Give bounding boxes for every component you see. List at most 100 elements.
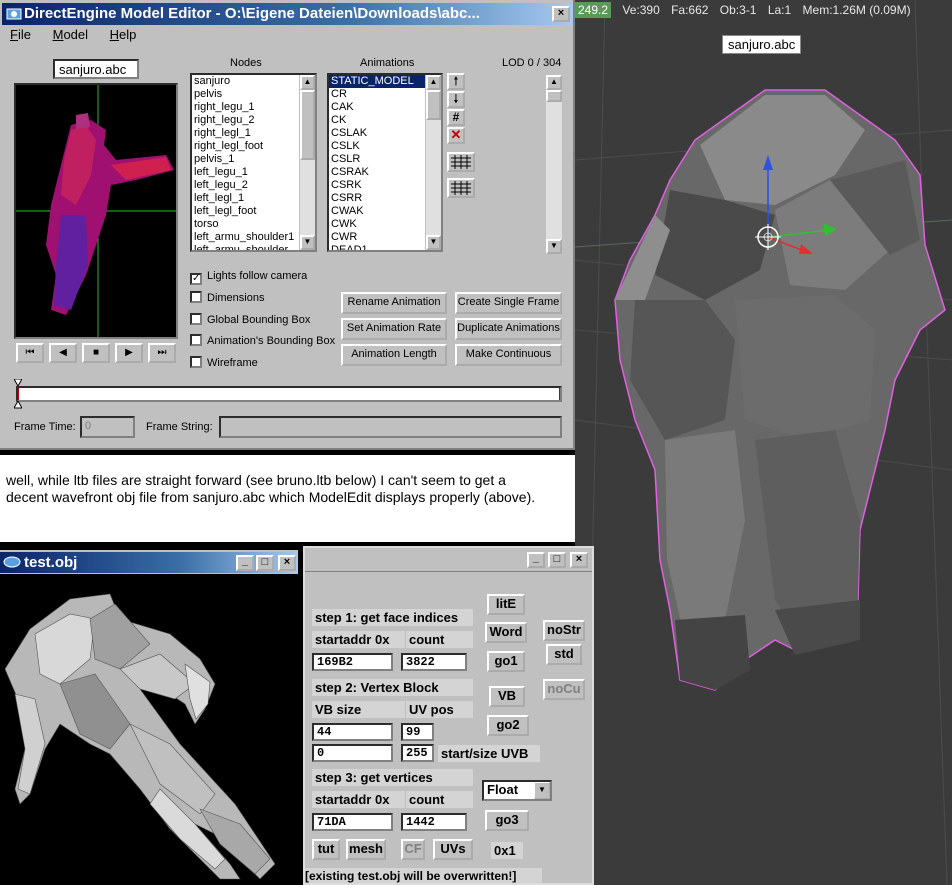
- scroll-down-icon[interactable]: ▼: [546, 239, 562, 254]
- cf-button[interactable]: CF: [401, 839, 425, 860]
- list-item[interactable]: right_legu_2: [192, 114, 315, 127]
- last-frame-button[interactable]: ⏭: [148, 343, 176, 363]
- timeline-marker-bottom-icon[interactable]: [13, 399, 23, 409]
- set-animation-rate-button[interactable]: Set Animation Rate: [341, 318, 447, 340]
- editor-titlebar[interactable]: DirectEngine Model Editor - O:\Eigene Da…: [2, 3, 573, 25]
- step1-count-input[interactable]: 3822: [401, 653, 467, 671]
- stop-button[interactable]: ■: [82, 343, 110, 363]
- scroll-thumb[interactable]: [426, 90, 441, 120]
- go2-button[interactable]: go2: [487, 715, 529, 736]
- move-down-button[interactable]: 🠗: [447, 91, 465, 108]
- move-up-button[interactable]: 🠕: [447, 73, 465, 90]
- delete-button[interactable]: ✕: [447, 127, 465, 144]
- 3d-viewport[interactable]: [575, 0, 952, 885]
- lite-button[interactable]: litE: [487, 594, 525, 615]
- animations-scrollbar[interactable]: ▲ ▼: [425, 75, 441, 250]
- scroll-down-icon[interactable]: ▼: [300, 235, 315, 250]
- step3-count-input[interactable]: 1442: [401, 813, 467, 831]
- uvb-size-input[interactable]: 255: [401, 744, 434, 762]
- scroll-up-icon[interactable]: ▲: [300, 75, 315, 90]
- uvs-button[interactable]: UVs: [433, 839, 473, 860]
- checkbox-box[interactable]: [190, 291, 202, 303]
- list-item[interactable]: left_legl_foot: [192, 205, 315, 218]
- list-item[interactable]: left_armu_shoulder1: [192, 231, 315, 244]
- grid-button-2[interactable]: [447, 178, 475, 198]
- mesh-button[interactable]: mesh: [346, 839, 386, 860]
- timeline-marker-icon[interactable]: [13, 378, 23, 388]
- checkbox-box[interactable]: [190, 313, 202, 325]
- checkbox-box[interactable]: [190, 334, 202, 346]
- word-button[interactable]: Word: [485, 622, 527, 643]
- list-item[interactable]: pelvis_1: [192, 153, 315, 166]
- animation-length-button[interactable]: Animation Length: [341, 344, 447, 366]
- close-button[interactable]: ×: [278, 555, 296, 571]
- list-item[interactable]: torso: [192, 218, 315, 231]
- std-button[interactable]: std: [546, 644, 582, 665]
- checkbox-lights-follow-camera[interactable]: ✓ Lights follow camera: [190, 270, 307, 285]
- checkbox-box[interactable]: ✓: [190, 273, 202, 285]
- viewport-status-bar: 249.2 Ve:390 Fa:662 Ob:3-1 La:1 Mem:1.26…: [575, 2, 952, 23]
- list-item[interactable]: left_legu_1: [192, 166, 315, 179]
- list-item[interactable]: left_legl_1: [192, 192, 315, 205]
- nodes-list[interactable]: sanjuro pelvis right_legu_1 right_legu_2 rig…: [190, 73, 317, 252]
- prev-frame-button[interactable]: ◀: [49, 343, 77, 363]
- rename-animation-button[interactable]: Rename Animation: [341, 292, 447, 314]
- close-button[interactable]: ×: [570, 552, 588, 568]
- tut-button[interactable]: tut: [312, 839, 340, 860]
- nostr-button[interactable]: noStr: [543, 620, 585, 641]
- list-item[interactable]: left_legu_2: [192, 179, 315, 192]
- lod-thumb[interactable]: [546, 90, 562, 102]
- timeline-track[interactable]: [16, 386, 562, 402]
- maximize-button[interactable]: □: [548, 552, 566, 568]
- checkbox-box[interactable]: [190, 356, 202, 368]
- frame-time-input[interactable]: 0: [80, 416, 135, 438]
- list-item[interactable]: right_legl_1: [192, 127, 315, 140]
- menu-file[interactable]: File: [10, 27, 31, 42]
- checkbox-dimensions[interactable]: Dimensions: [190, 291, 264, 304]
- list-item[interactable]: left_armu_shoulder: [192, 244, 315, 250]
- step1-startaddr-input[interactable]: 169B2: [312, 653, 393, 671]
- maximize-button[interactable]: □: [256, 555, 274, 571]
- scroll-up-icon[interactable]: ▲: [546, 75, 562, 90]
- float-select[interactable]: Float ▼: [482, 780, 552, 801]
- status-lamps: La:1: [767, 3, 792, 17]
- chevron-down-icon[interactable]: ▼: [534, 782, 550, 799]
- duplicate-animations-button[interactable]: Duplicate Animations: [455, 318, 562, 340]
- animation-preview[interactable]: [14, 83, 178, 339]
- list-item[interactable]: right_legl_foot: [192, 140, 315, 153]
- go3-button[interactable]: go3: [485, 810, 529, 831]
- make-continuous-button[interactable]: Make Continuous: [455, 344, 562, 366]
- grid-button-1[interactable]: [447, 152, 475, 172]
- nodes-scrollbar[interactable]: ▲ ▼: [299, 75, 315, 250]
- minimize-button[interactable]: _: [236, 555, 254, 571]
- menu-help[interactable]: Help: [110, 27, 137, 42]
- list-item[interactable]: right_legu_1: [192, 101, 315, 114]
- go1-button[interactable]: go1: [487, 651, 525, 672]
- number-button[interactable]: #: [447, 109, 465, 126]
- list-item[interactable]: sanjuro: [192, 75, 315, 88]
- menu-model[interactable]: Model: [53, 27, 88, 42]
- frame-string-input[interactable]: [219, 416, 562, 438]
- animations-list[interactable]: STATIC_MODEL CR CAK CK CSLAK CSLK CSLR CSRAK CSR…: [327, 73, 443, 252]
- scroll-down-icon[interactable]: ▼: [426, 235, 441, 250]
- close-button[interactable]: ×: [552, 6, 570, 22]
- uvb-start-input[interactable]: 0: [312, 744, 393, 762]
- scroll-up-icon[interactable]: ▲: [426, 75, 441, 90]
- list-item[interactable]: pelvis: [192, 88, 315, 101]
- vb-button[interactable]: VB: [489, 686, 525, 707]
- nocu-button[interactable]: noCu: [543, 679, 585, 700]
- checkbox-wireframe[interactable]: Wireframe: [190, 356, 258, 369]
- checkbox-animation-bounding-box[interactable]: Animation's Bounding Box: [190, 334, 335, 347]
- lod-scrollbar[interactable]: ▲ ▼: [546, 75, 562, 254]
- vb-size-input[interactable]: 44: [312, 723, 393, 741]
- create-single-frame-button[interactable]: Create Single Frame: [455, 292, 562, 314]
- first-frame-button[interactable]: ⏮: [16, 343, 44, 363]
- next-frame-button[interactable]: ▶: [115, 343, 143, 363]
- minimize-button[interactable]: _: [527, 552, 545, 568]
- scroll-thumb[interactable]: [300, 90, 315, 160]
- model-render: [575, 0, 952, 885]
- obj-render-view[interactable]: [0, 574, 298, 885]
- checkbox-global-bounding-box[interactable]: Global Bounding Box: [190, 313, 310, 326]
- step3-startaddr-input[interactable]: 71DA: [312, 813, 393, 831]
- uv-pos-input[interactable]: 99: [401, 723, 434, 741]
